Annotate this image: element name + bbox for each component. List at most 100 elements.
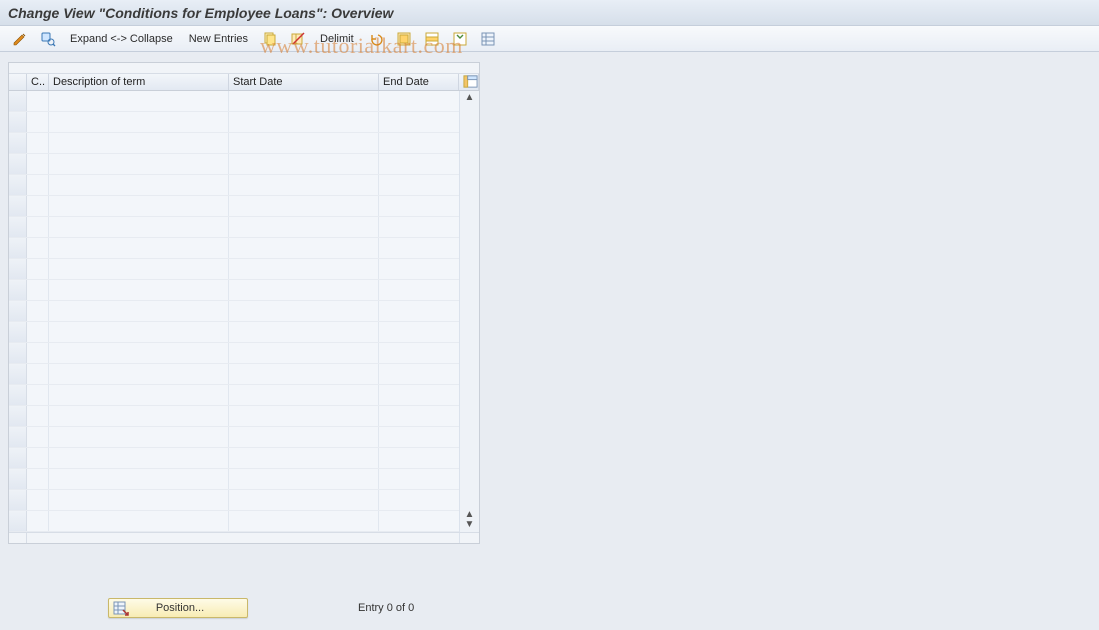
cell-start-date[interactable] — [229, 91, 379, 111]
cell-code[interactable] — [27, 301, 49, 321]
cell-start-date[interactable] — [229, 343, 379, 363]
cell-code[interactable] — [27, 469, 49, 489]
col-header-start-date[interactable]: Start Date — [229, 74, 379, 90]
cell-end-date[interactable] — [379, 448, 459, 468]
table-row[interactable] — [9, 427, 459, 448]
cell-description[interactable] — [49, 427, 229, 447]
select-block-button[interactable] — [420, 29, 444, 49]
cell-description[interactable] — [49, 511, 229, 531]
table-row[interactable] — [9, 406, 459, 427]
cell-code[interactable] — [27, 196, 49, 216]
table-row[interactable] — [9, 490, 459, 511]
row-selector[interactable] — [9, 238, 27, 258]
cell-end-date[interactable] — [379, 469, 459, 489]
table-row[interactable] — [9, 343, 459, 364]
cell-code[interactable] — [27, 175, 49, 195]
table-row[interactable] — [9, 91, 459, 112]
row-selector[interactable] — [9, 154, 27, 174]
position-button[interactable]: Position... — [108, 598, 248, 618]
cell-description[interactable] — [49, 259, 229, 279]
table-row[interactable] — [9, 217, 459, 238]
new-entries-button[interactable]: New Entries — [183, 29, 254, 49]
cell-end-date[interactable] — [379, 196, 459, 216]
cell-end-date[interactable] — [379, 511, 459, 531]
table-row[interactable] — [9, 154, 459, 175]
cell-end-date[interactable] — [379, 427, 459, 447]
cell-code[interactable] — [27, 322, 49, 342]
cell-start-date[interactable] — [229, 259, 379, 279]
cell-end-date[interactable] — [379, 91, 459, 111]
toggle-display-change-button[interactable] — [8, 29, 32, 49]
cell-code[interactable] — [27, 343, 49, 363]
cell-description[interactable] — [49, 385, 229, 405]
table-row[interactable] — [9, 133, 459, 154]
table-row[interactable] — [9, 322, 459, 343]
cell-code[interactable] — [27, 448, 49, 468]
cell-code[interactable] — [27, 238, 49, 258]
cell-start-date[interactable] — [229, 364, 379, 384]
cell-start-date[interactable] — [229, 385, 379, 405]
col-header-code[interactable]: C.. — [27, 74, 49, 90]
table-row[interactable] — [9, 511, 459, 532]
expand-collapse-button[interactable]: Expand <-> Collapse — [64, 29, 179, 49]
configure-columns-button[interactable] — [459, 74, 479, 90]
cell-description[interactable] — [49, 154, 229, 174]
col-header-end-date[interactable]: End Date — [379, 74, 459, 90]
cell-description[interactable] — [49, 364, 229, 384]
row-selector[interactable] — [9, 91, 27, 111]
table-row[interactable] — [9, 259, 459, 280]
cell-description[interactable] — [49, 280, 229, 300]
cell-end-date[interactable] — [379, 175, 459, 195]
cell-end-date[interactable] — [379, 217, 459, 237]
cell-code[interactable] — [27, 91, 49, 111]
row-selector[interactable] — [9, 406, 27, 426]
table-row[interactable] — [9, 112, 459, 133]
cell-code[interactable] — [27, 511, 49, 531]
cell-description[interactable] — [49, 196, 229, 216]
cell-start-date[interactable] — [229, 322, 379, 342]
cell-code[interactable] — [27, 217, 49, 237]
row-selector[interactable] — [9, 343, 27, 363]
cell-end-date[interactable] — [379, 364, 459, 384]
cell-start-date[interactable] — [229, 196, 379, 216]
cell-code[interactable] — [27, 490, 49, 510]
cell-end-date[interactable] — [379, 133, 459, 153]
cell-description[interactable] — [49, 91, 229, 111]
cell-end-date[interactable] — [379, 406, 459, 426]
table-row[interactable] — [9, 364, 459, 385]
cell-start-date[interactable] — [229, 133, 379, 153]
cell-start-date[interactable] — [229, 112, 379, 132]
horizontal-scrollbar[interactable] — [27, 533, 459, 543]
cell-description[interactable] — [49, 448, 229, 468]
cell-code[interactable] — [27, 133, 49, 153]
cell-description[interactable] — [49, 301, 229, 321]
cell-end-date[interactable] — [379, 343, 459, 363]
cell-end-date[interactable] — [379, 259, 459, 279]
table-row[interactable] — [9, 448, 459, 469]
row-selector[interactable] — [9, 427, 27, 447]
cell-end-date[interactable] — [379, 385, 459, 405]
copy-as-button[interactable] — [258, 29, 282, 49]
cell-description[interactable] — [49, 175, 229, 195]
row-selector[interactable] — [9, 280, 27, 300]
row-selector[interactable] — [9, 217, 27, 237]
cell-description[interactable] — [49, 406, 229, 426]
row-selector[interactable] — [9, 448, 27, 468]
cell-start-date[interactable] — [229, 238, 379, 258]
cell-description[interactable] — [49, 343, 229, 363]
table-row[interactable] — [9, 469, 459, 490]
row-selector[interactable] — [9, 490, 27, 510]
row-selector[interactable] — [9, 301, 27, 321]
cell-code[interactable] — [27, 406, 49, 426]
other-view-button[interactable] — [36, 29, 60, 49]
row-selector[interactable] — [9, 511, 27, 531]
cell-start-date[interactable] — [229, 301, 379, 321]
delimit-button[interactable]: Delimit — [314, 29, 360, 49]
cell-description[interactable] — [49, 238, 229, 258]
cell-start-date[interactable] — [229, 217, 379, 237]
cell-code[interactable] — [27, 259, 49, 279]
scroll-down-icon[interactable]: ▼ — [465, 520, 475, 530]
cell-code[interactable] — [27, 280, 49, 300]
cell-start-date[interactable] — [229, 448, 379, 468]
cell-end-date[interactable] — [379, 301, 459, 321]
